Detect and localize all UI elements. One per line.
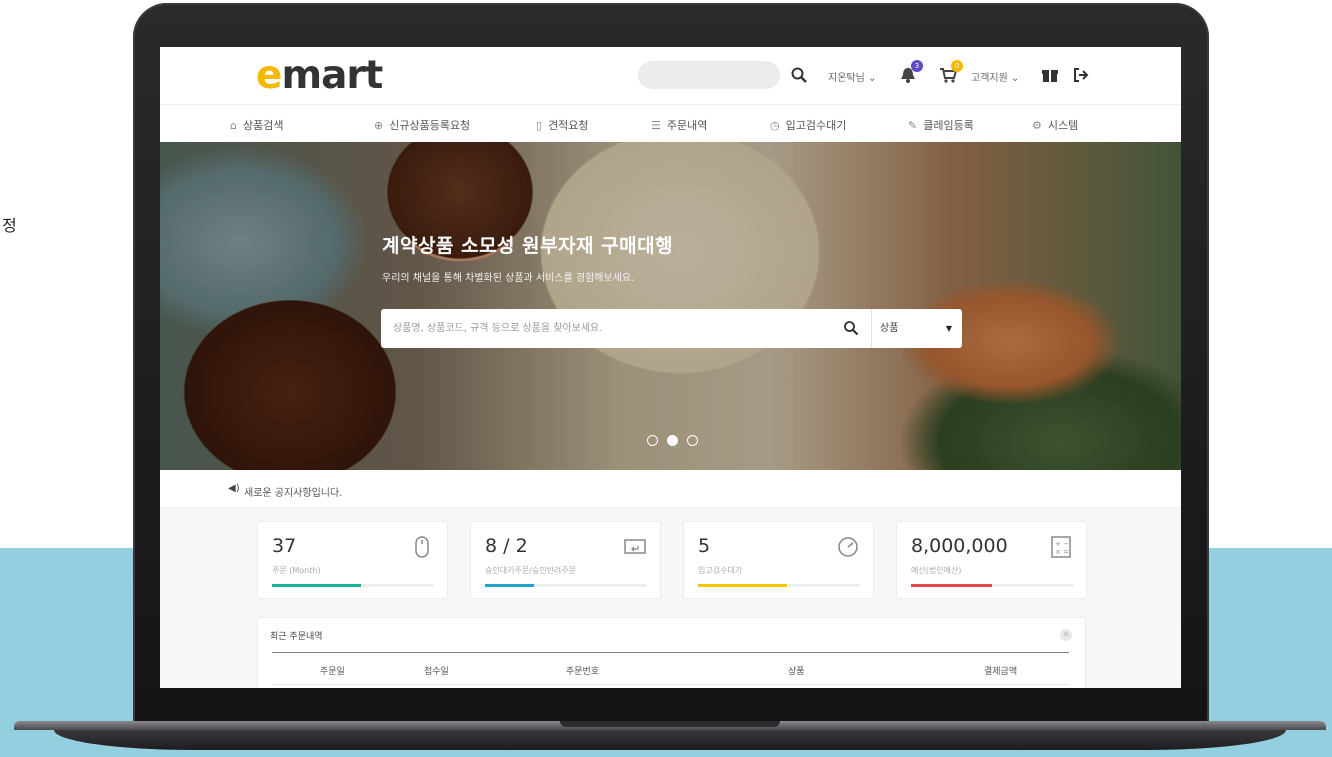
logout-icon[interactable] [1071,65,1091,85]
stat-label: 예산(법인예산) [911,566,962,575]
main-nav: ⌂ 상품검색 ⊕ 신규상품등록요청 ▯ 견적요청 ☰ 주문내역 ◷ 입고검수대기 ✎ 클레임… [160,104,1181,142]
hero-search-bar: 상품 ▼ [381,309,962,348]
hero-title: 계약상품 소모성 원부자재 구매대행 [382,235,674,257]
stat-progress [272,584,434,587]
gauge-icon [838,537,858,557]
recent-orders-panel: 최근 주문내역 ✕ 주문일 접수일 주문번호 상품 결제금액 [257,617,1086,688]
orders-title: 최근 주문내역 [270,632,323,642]
column-header[interactable]: 상품 [788,664,805,677]
hero-banner: 계약상품 소모성 원부자재 구매대행 우리의 채널을 통해 차별화된 상품과 서… [160,142,1181,470]
plus-circle-icon: ⊕ [374,119,384,132]
column-header[interactable]: 결제금액 [984,664,1017,677]
stat-progress [911,584,1073,587]
nav-item-product-search[interactable]: ⌂ 상품검색 [230,117,283,133]
search-icon[interactable] [843,320,859,336]
stat-card-budget[interactable]: 8,000,000 예산(법인예산) + − × = [896,521,1087,599]
gift-icon[interactable] [1040,65,1060,85]
bag-icon: ⌂ [230,119,237,132]
user-menu[interactable]: 지온탁님 ⌄ [828,69,876,84]
clock-icon: ◷ [770,119,780,132]
side-text: 정 [2,216,17,235]
nav-label: 시스템 [1047,119,1079,132]
orders-table-header: 주문일 접수일 주문번호 상품 결제금액 [272,653,1069,685]
stat-value: 8,000,000 [911,535,1008,557]
speaker-icon: ◀) [228,483,240,494]
stat-label: 주문 (Month) [272,566,321,575]
column-header[interactable]: 주문일 [320,664,345,677]
edit-icon: ✎ [908,119,918,132]
document-icon: ▯ [536,119,543,132]
product-search-input[interactable] [381,309,851,348]
cart-icon[interactable]: 0 [938,60,963,85]
support-menu[interactable]: 고객지원 ⌄ [971,69,1019,84]
hero-image [160,142,1181,470]
notice-bar: ◀) 새로운 공지사항입니다. [160,470,1181,508]
cart-badge: 0 [951,60,963,72]
stat-progress [698,584,860,587]
mouse-icon [415,536,429,558]
nav-label: 신규상품등록요청 [389,119,471,132]
gear-icon: ⚙ [1032,119,1042,132]
stat-value: 8 / 2 [485,535,528,557]
column-header[interactable]: 접수일 [424,664,449,677]
svg-text:× =: × = [1055,548,1069,556]
nav-item-new-product-request[interactable]: ⊕ 신규상품등록요청 [374,117,470,133]
calculator-icon: + −× = [1051,536,1071,558]
dashboard-content: 37 주문 (Month) 8 / 2 승인대기주문/승인반려주문 5 입고검수… [160,508,1181,688]
stat-card-inspection[interactable]: 5 입고검수대기 [683,521,874,599]
nav-item-quote-request[interactable]: ▯ 견적요청 [536,117,589,133]
search-scope-value: 상품 [880,323,899,334]
nav-item-claim-register[interactable]: ✎ 클레임등록 [908,117,974,133]
slide-indicator [647,435,707,447]
nav-label: 입고검수대기 [785,119,847,132]
notice-text[interactable]: 새로운 공지사항입니다. [244,484,342,499]
stat-card-orders[interactable]: 37 주문 (Month) [257,521,448,599]
return-icon [624,539,646,554]
nav-item-system[interactable]: ⚙ 시스템 [1032,117,1078,133]
notification-badge: 3 [911,60,923,72]
close-icon[interactable]: ✕ [1060,629,1072,641]
nav-label: 클레임등록 [923,119,974,132]
search-scope-select[interactable]: 상품 ▼ [871,309,962,348]
header-search-input[interactable] [638,61,780,89]
svg-text:+ −: + − [1055,540,1069,548]
laptop-base [14,721,1326,757]
stat-progress-fill [485,584,534,587]
stat-label: 입고검수대기 [698,566,743,575]
emart-logo[interactable]: emart [256,53,383,98]
slide-dot[interactable] [687,435,698,446]
stat-value: 37 [272,535,297,557]
stat-progress-fill [272,584,362,587]
bell-icon[interactable]: 3 [898,60,923,85]
nav-item-receiving-inspection[interactable]: ◷ 입고검수대기 [770,117,846,133]
nav-item-order-history[interactable]: ☰ 주문내역 [651,117,707,133]
nav-label: 상품검색 [242,119,284,132]
site-header: emart 지온탁님 ⌄ 3 0 고객지원 ⌄ [160,47,1181,104]
search-icon[interactable] [790,66,808,84]
list-icon: ☰ [651,119,661,132]
stat-card-approval[interactable]: 8 / 2 승인대기주문/승인반려주문 [470,521,661,599]
laptop-base-bottom [54,730,1286,750]
hero-subtitle: 우리의 채널을 통해 차별화된 상품과 서비스를 경험해보세요. [382,273,635,284]
stat-value: 5 [698,535,711,557]
column-header[interactable]: 주문번호 [566,664,599,677]
stat-progress-fill [698,584,788,587]
nav-label: 주문내역 [666,119,708,132]
stat-label: 승인대기주문/승인반려주문 [485,566,577,575]
laptop-notch [560,721,780,727]
caret-down-icon: ▼ [945,324,952,333]
laptop-screen: emart 지온탁님 ⌄ 3 0 고객지원 ⌄ ⌂ 상품검색 ⊕ 신규상품등록요… [160,47,1181,688]
slide-dot[interactable] [647,435,658,446]
stat-progress [485,584,647,587]
slide-dot-active[interactable] [667,435,678,446]
stat-progress-fill [911,584,992,587]
nav-label: 견적요청 [548,119,589,132]
scene: 정 emart 지온탁님 ⌄ 3 0 고객지원 ⌄ ⌂ 상품검색 ⊕ 신규상품등… [0,0,1332,757]
